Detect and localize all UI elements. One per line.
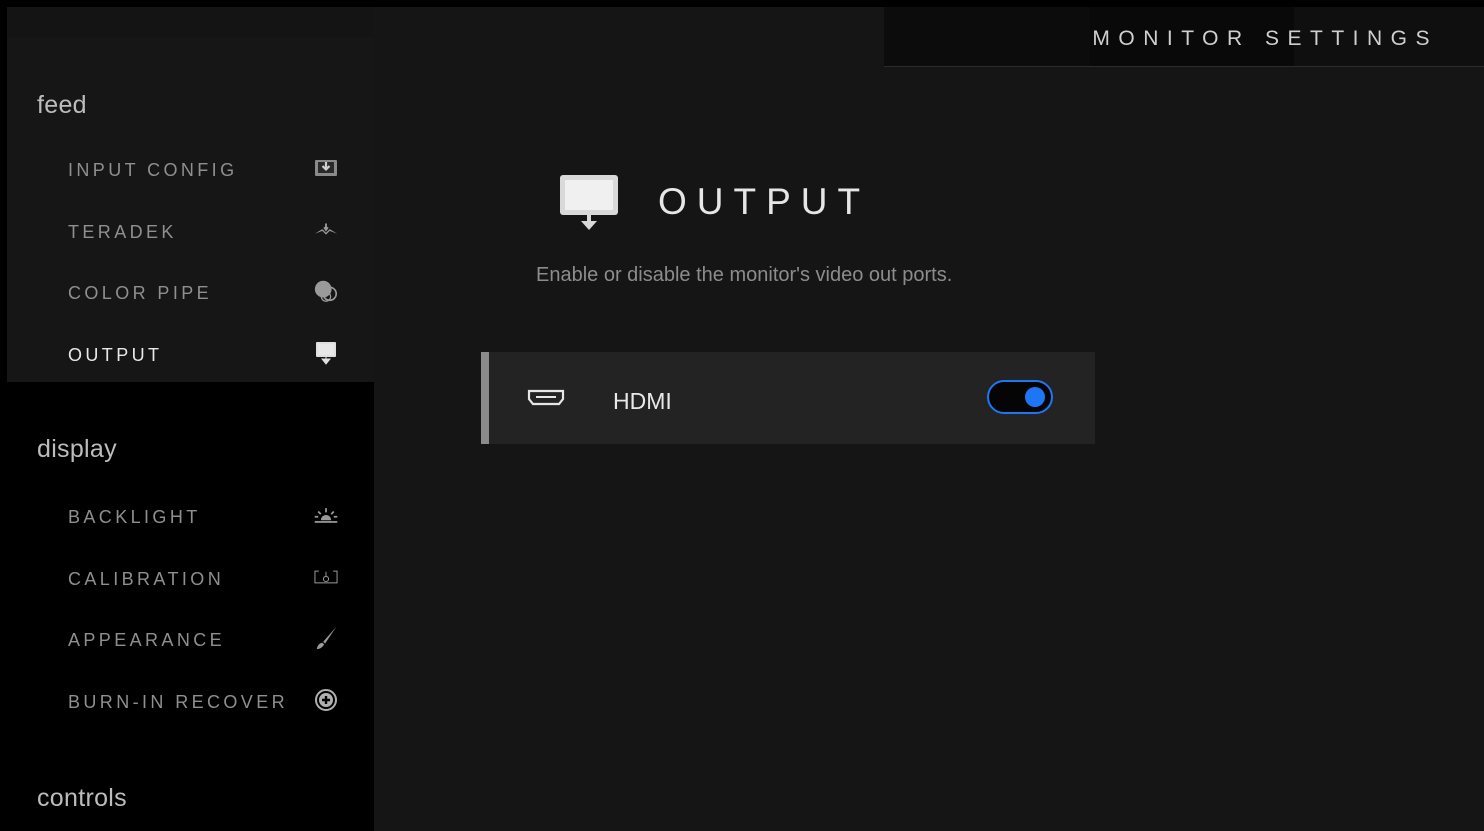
toggle-knob — [1025, 387, 1045, 407]
sidebar-group-title: controls — [37, 784, 127, 812]
sidebar-item-label: OUTPUT — [68, 345, 163, 365]
sidebar-item-calibration[interactable]: CALIBRATION — [7, 556, 374, 600]
sidebar-item-label: INPUT CONFIG — [68, 160, 238, 180]
monitor-settings-app: MONITOR SETTINGS feed INPUT CONFIG TERAD… — [0, 0, 1484, 831]
sidebar-item-output[interactable]: OUTPUT — [7, 332, 374, 376]
sidebar-group-controls: controls — [7, 772, 374, 831]
sidebar-top — [7, 7, 374, 37]
header-divider — [884, 66, 1484, 67]
color-pipe-icon — [313, 278, 339, 304]
sidebar-group-feed: feed INPUT CONFIG TERADEK COLOR PIPE OUT… — [7, 37, 374, 382]
sidebar: feed INPUT CONFIG TERADEK COLOR PIPE OUT… — [7, 7, 374, 831]
sidebar-item-label: CALIBRATION — [68, 569, 225, 589]
hdmi-port-icon — [527, 389, 565, 407]
sidebar-group-title: display — [37, 435, 117, 463]
brush-icon — [313, 625, 339, 651]
sidebar-item-burn-in-recover[interactable]: BURN-IN RECOVER — [7, 679, 374, 723]
top-edge — [0, 0, 1484, 7]
sidebar-item-color-pipe[interactable]: COLOR PIPE — [7, 270, 374, 314]
sidebar-item-label: COLOR PIPE — [68, 283, 213, 303]
calibration-icon — [313, 564, 339, 590]
sidebar-item-label: APPEARANCE — [68, 630, 226, 650]
output-label: HDMI — [613, 388, 672, 414]
sidebar-group-display: display BACKLIGHT CALIBRATION APPEARANCE… — [7, 382, 374, 772]
sidebar-item-input-config[interactable]: INPUT CONFIG — [7, 147, 374, 191]
backlight-icon — [313, 502, 339, 528]
sidebar-item-label: TERADEK — [68, 222, 177, 242]
teradek-icon — [313, 217, 339, 243]
sidebar-item-label: BURN-IN RECOVER — [68, 692, 289, 712]
row-accent-bar — [481, 352, 489, 444]
hdmi-toggle[interactable] — [987, 380, 1053, 414]
sidebar-item-appearance[interactable]: APPEARANCE — [7, 617, 374, 661]
page-title: MONITOR SETTINGS — [1092, 27, 1438, 50]
output-icon — [313, 340, 339, 366]
section-title: OUTPUT — [658, 181, 871, 222]
output-row-hdmi[interactable]: HDMI — [481, 352, 1095, 444]
section-description: Enable or disable the monitor's video ou… — [536, 264, 953, 286]
sidebar-group-title: feed — [37, 91, 87, 119]
input-config-icon — [313, 155, 339, 181]
sidebar-item-teradek[interactable]: TERADEK — [7, 209, 374, 253]
left-edge — [0, 0, 7, 831]
sidebar-item-backlight[interactable]: BACKLIGHT — [7, 494, 374, 538]
sidebar-item-label: BACKLIGHT — [68, 507, 201, 527]
output-icon — [558, 173, 620, 235]
plus-circle-icon — [313, 687, 339, 713]
